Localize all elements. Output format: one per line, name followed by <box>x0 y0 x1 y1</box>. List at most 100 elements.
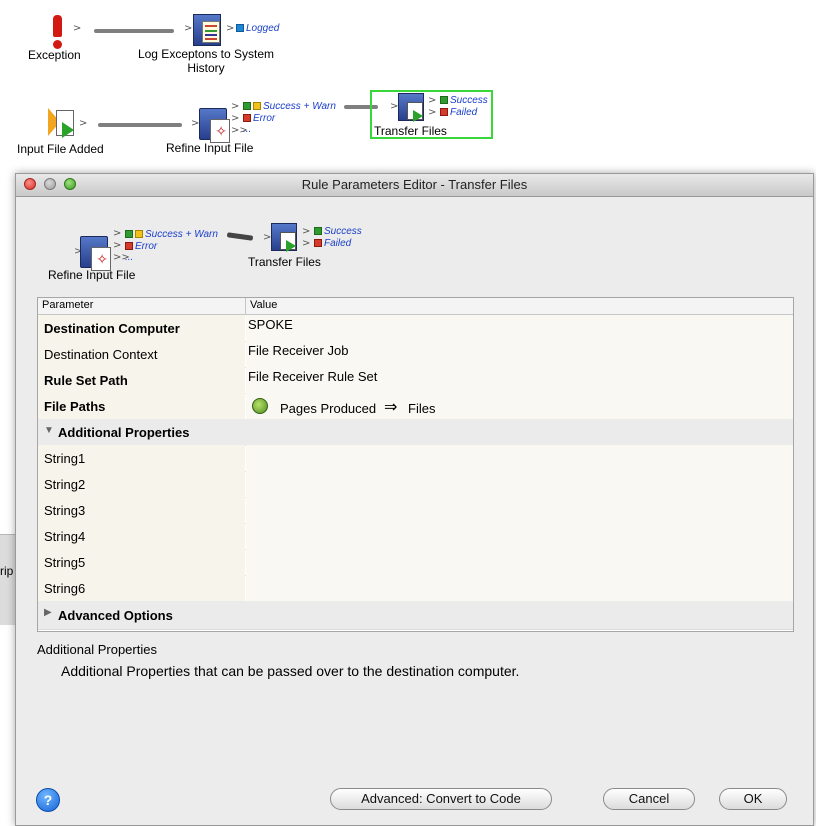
column-header-parameter[interactable]: Parameter <box>42 299 93 311</box>
error-badge-icon <box>314 239 322 248</box>
param-value-cell[interactable]: Pages Produced ⇒ Files <box>246 393 793 419</box>
table-header: Parameter Value <box>38 298 793 315</box>
group-label: Advanced Options <box>58 608 173 623</box>
group-additional-properties[interactable]: ▼ Additional Properties <box>38 419 793 446</box>
zoom-window-button[interactable] <box>64 178 76 190</box>
param-name: String4 <box>44 529 86 544</box>
param-value-cell[interactable]: File Receiver Job <box>246 341 793 367</box>
output-chevron-icon: > <box>79 118 88 129</box>
log-label: Log Exceptons to System History <box>130 47 282 75</box>
column-header-value[interactable]: Value <box>250 299 277 311</box>
preview-transfer-label: Transfer Files <box>248 255 321 269</box>
preview-output-error: Error <box>125 241 157 252</box>
param-value-cell[interactable] <box>246 445 793 471</box>
exclamation-icon <box>51 15 63 49</box>
param-name: Rule Set Path <box>44 373 128 388</box>
minimize-window-button[interactable] <box>44 178 56 190</box>
param-name: Destination Computer <box>44 321 180 336</box>
preview-output-success: Success <box>314 226 362 237</box>
param-name: String3 <box>44 503 86 518</box>
output-chevron-icon: > <box>231 101 240 112</box>
table-row-string6[interactable]: String6 <box>38 575 793 602</box>
table-row-string3[interactable]: String3 <box>38 497 793 524</box>
table-row-destination-computer[interactable]: Destination Computer SPOKE <box>38 315 793 342</box>
error-badge-icon <box>125 242 133 251</box>
param-name: String1 <box>44 451 86 466</box>
convert-to-code-button[interactable]: Advanced: Convert to Code <box>330 788 552 810</box>
dialog-title: Rule Parameters Editor - Transfer Files <box>301 177 528 192</box>
input-file-icon <box>48 108 78 140</box>
input-chevron-icon: > <box>184 23 193 34</box>
transfer-files-node[interactable]: > > > Success Failed Transfer Files <box>370 90 493 139</box>
description-title: Additional Properties <box>37 642 157 657</box>
error-badge-icon <box>440 108 448 117</box>
warn-badge-icon <box>135 230 143 239</box>
output-success-warn[interactable]: Success + Warn <box>243 101 336 112</box>
connector-line <box>98 123 182 127</box>
param-value-cell[interactable] <box>246 471 793 497</box>
disclosure-collapsed-icon[interactable]: ▶ <box>44 607 52 618</box>
rule-parameters-dialog: Rule Parameters Editor - Transfer Files … <box>15 173 814 826</box>
info-badge-icon <box>236 24 244 33</box>
table-row-string2[interactable]: String2 <box>38 471 793 498</box>
arrow-right-icon: ⇒ <box>384 399 398 416</box>
file-paths-source: Pages Produced <box>280 401 377 416</box>
param-value-cell[interactable] <box>246 497 793 523</box>
preview-refine-label: Refine Input File <box>48 268 136 282</box>
success-badge-icon <box>125 230 133 239</box>
error-badge-icon <box>243 114 251 123</box>
param-name: Destination Context <box>44 347 158 362</box>
group-label: Additional Properties <box>58 425 190 440</box>
exception-label: Exception <box>28 48 81 62</box>
disclosure-expanded-icon[interactable]: ▼ <box>44 425 54 436</box>
param-name: String6 <box>44 581 86 596</box>
log-document-icon <box>193 14 221 46</box>
param-value-cell[interactable] <box>246 523 793 549</box>
column-divider[interactable] <box>245 298 246 314</box>
table-row-string5[interactable]: String5 <box>38 549 793 576</box>
success-badge-icon <box>440 96 448 105</box>
help-button[interactable]: ? <box>36 788 60 812</box>
param-value-cell[interactable] <box>246 549 793 575</box>
output-success[interactable]: Success <box>440 95 488 106</box>
output-chevron-icon: > <box>226 23 235 34</box>
output-more[interactable]: ... <box>243 124 251 135</box>
param-value-cell[interactable] <box>246 575 793 601</box>
param-name: String5 <box>44 555 86 570</box>
table-row-rule-set-path[interactable]: Rule Set Path File Receiver Rule Set <box>38 367 793 394</box>
output-chevron-icon: > <box>428 107 437 118</box>
refine-input-file-label: Refine Input File <box>166 141 254 155</box>
output-chevron-icon: > <box>73 23 82 34</box>
param-value-cell[interactable]: SPOKE <box>246 315 793 341</box>
log-label-text: Log Exceptons to System History <box>137 47 275 75</box>
output-failed[interactable]: Failed <box>440 107 477 118</box>
ok-button[interactable]: OK <box>719 788 787 810</box>
preview-output-more: ... <box>125 252 134 263</box>
group-advanced-options[interactable]: ▶ Advanced Options <box>38 601 793 630</box>
pages-produced-icon <box>252 398 268 414</box>
param-value: SPOKE <box>248 317 293 332</box>
close-window-button[interactable] <box>24 178 36 190</box>
background-panel-edge <box>0 534 16 625</box>
output-logged[interactable]: Logged <box>236 23 279 34</box>
success-badge-icon <box>243 102 251 111</box>
table-row-string4[interactable]: String4 <box>38 523 793 550</box>
table-row-destination-context[interactable]: Destination Context File Receiver Job <box>38 341 793 368</box>
background-clipped-text: rip <box>0 564 14 578</box>
output-chevron-icon: > <box>302 226 311 237</box>
table-row-string1[interactable]: String1 <box>38 445 793 472</box>
table-row-file-paths[interactable]: File Paths Pages Produced ⇒ Files <box>38 393 793 420</box>
success-badge-icon <box>314 227 322 236</box>
dialog-titlebar[interactable]: Rule Parameters Editor - Transfer Files <box>16 174 813 197</box>
param-value-cell[interactable]: File Receiver Rule Set <box>246 367 793 393</box>
output-error[interactable]: Error <box>243 113 275 124</box>
preview-connector <box>226 232 254 241</box>
param-value: File Receiver Job <box>248 343 349 358</box>
cancel-button[interactable]: Cancel <box>603 788 695 810</box>
output-chevron-icon: > <box>428 95 437 106</box>
file-paths-target: Files <box>408 401 436 416</box>
output-chevron-icon: > <box>113 240 122 251</box>
pdf-document-icon: ✧ <box>199 108 230 143</box>
pdf-document-icon: ✧ <box>80 236 111 271</box>
input-file-added-label: Input File Added <box>17 142 104 156</box>
